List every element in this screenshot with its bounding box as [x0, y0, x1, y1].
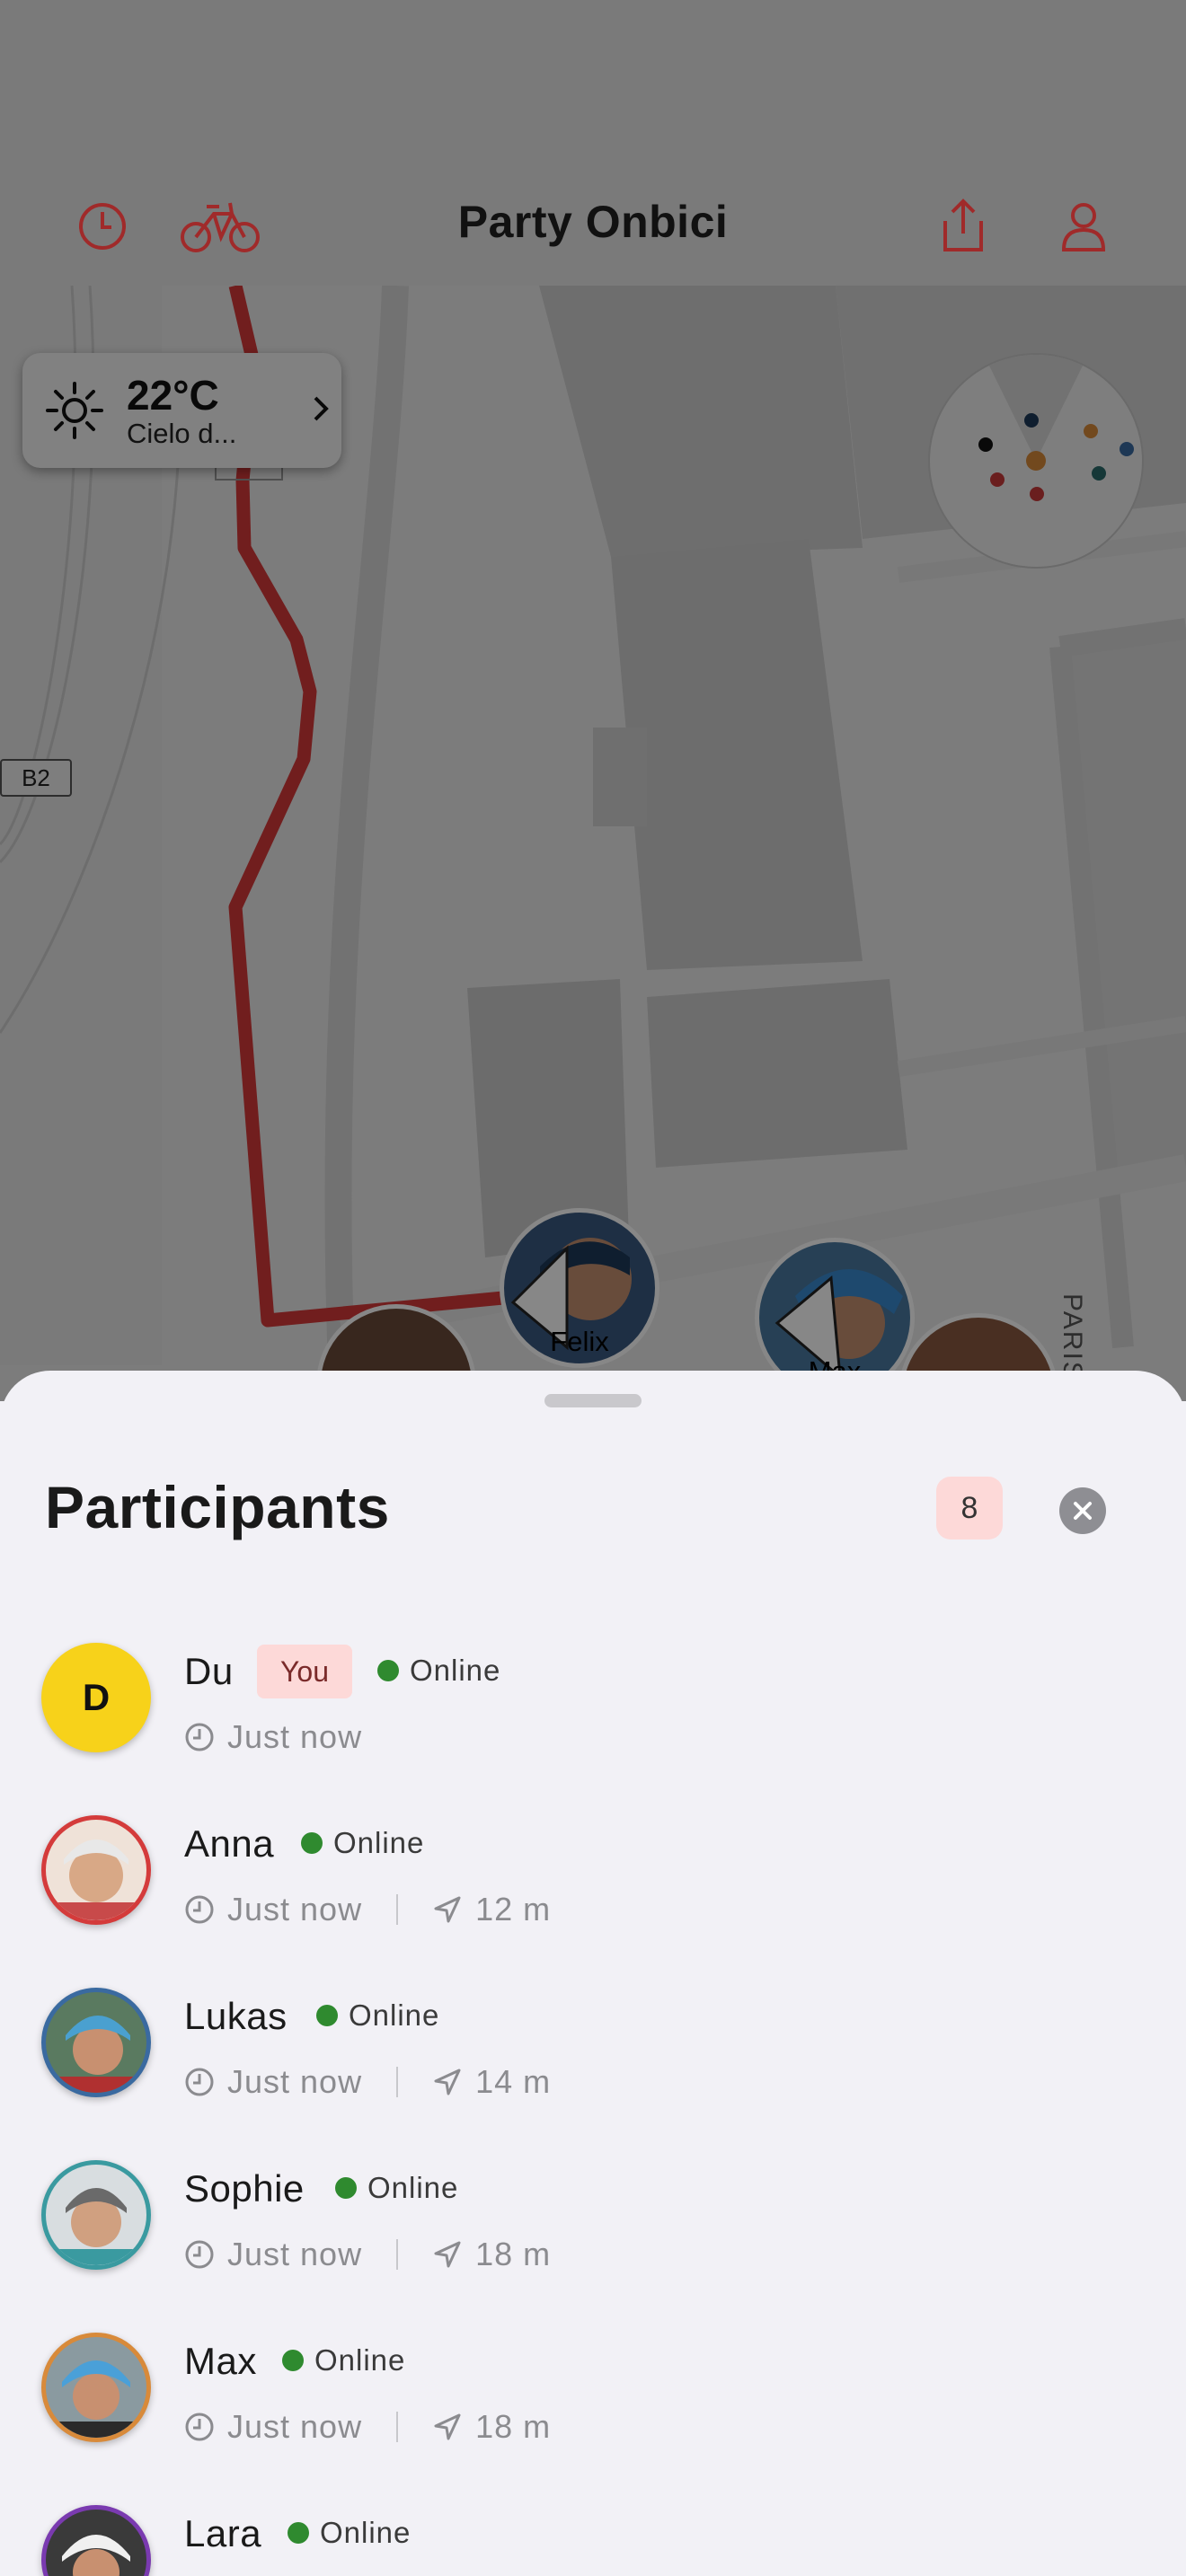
- online-dot-icon: [301, 1832, 323, 1854]
- clock-icon: [185, 2413, 214, 2441]
- online-dot-icon: [335, 2177, 357, 2199]
- participant-row[interactable]: Sophie Online Just now 18 m: [0, 2160, 1186, 2322]
- status-badge: Online: [288, 2516, 411, 2550]
- last-seen-text: Just now: [227, 1718, 363, 1755]
- participants-sheet[interactable]: Participants 8 D Du You Online Just now …: [0, 1371, 1186, 2576]
- participant-name: Du: [184, 1650, 234, 1692]
- status-text: Online: [367, 2171, 459, 2204]
- last-seen-text: Just now: [227, 1891, 363, 1928]
- distance-text: 18 m: [475, 2408, 552, 2445]
- status-text: Online: [314, 2343, 406, 2377]
- divider: [396, 2067, 399, 2097]
- participant-meta: Just now 18 m: [184, 2236, 551, 2273]
- location-arrow-icon: [434, 2241, 461, 2268]
- divider: [396, 2412, 399, 2442]
- location-arrow-icon: [434, 1896, 461, 1923]
- online-dot-icon: [288, 2522, 309, 2544]
- participant-row[interactable]: Lara Online: [0, 2505, 1186, 2576]
- status-badge: Online: [282, 2343, 405, 2378]
- last-seen: Just now: [184, 1718, 362, 1756]
- status-badge: Online: [301, 1826, 424, 1860]
- participant-row[interactable]: D Du You Online Just now: [0, 1643, 1186, 1804]
- clock-icon: [185, 1723, 214, 1751]
- top-bar: Party Onbici: [0, 0, 1186, 286]
- participant-row[interactable]: Max Online Just now 18 m: [0, 2333, 1186, 2494]
- divider: [396, 1894, 399, 1925]
- status-badge: Online: [377, 1654, 500, 1688]
- last-seen-text: Just now: [227, 2408, 363, 2445]
- participant-name: Lara: [184, 2512, 262, 2554]
- share-icon[interactable]: [934, 198, 992, 255]
- participant-name: Sophie: [184, 2167, 305, 2210]
- last-seen-text: Just now: [227, 2063, 363, 2100]
- participant-meta: Just now 14 m: [184, 2063, 551, 2101]
- avatar: [41, 2505, 151, 2576]
- avatar: [41, 1988, 151, 2097]
- clock-icon: [185, 2240, 214, 2269]
- divider: [396, 2239, 399, 2270]
- location-arrow-icon: [434, 2413, 461, 2440]
- close-icon: [1074, 1502, 1092, 1520]
- status-text: Online: [410, 1654, 501, 1687]
- you-badge: You: [257, 1645, 352, 1698]
- online-dot-icon: [316, 2005, 338, 2026]
- participant-row[interactable]: Anna Online Just now 12 m: [0, 1815, 1186, 1977]
- app-title: Party Onbici: [457, 197, 729, 247]
- participant-meta: Just now 18 m: [184, 2408, 551, 2446]
- distance-text: 14 m: [475, 2063, 552, 2100]
- avatar: [41, 2333, 151, 2442]
- sheet-grabber[interactable]: [544, 1394, 642, 1407]
- participant-meta: Just now 12 m: [184, 1891, 551, 1928]
- online-dot-icon: [282, 2350, 304, 2371]
- distance-text: 18 m: [475, 2236, 552, 2272]
- status-text: Online: [320, 2516, 412, 2549]
- clock-icon: [185, 1895, 214, 1924]
- profile-icon[interactable]: [1055, 198, 1112, 255]
- sheet-title: Participants: [45, 1474, 390, 1540]
- participant-name: Anna: [184, 1822, 275, 1865]
- distance-text: 12 m: [475, 1891, 552, 1928]
- status-badge: Online: [316, 1998, 439, 2033]
- last-seen-text: Just now: [227, 2236, 363, 2272]
- participant-row[interactable]: Lukas Online Just now 14 m: [0, 1988, 1186, 2149]
- close-button[interactable]: [1059, 1487, 1106, 1534]
- participant-count-badge: 8: [936, 1477, 1003, 1539]
- avatar: [41, 1815, 151, 1925]
- avatar: D: [41, 1643, 151, 1752]
- status-text: Online: [349, 1998, 440, 2032]
- avatar: [41, 2160, 151, 2270]
- participant-name: Max: [184, 2340, 257, 2382]
- location-arrow-icon: [434, 2069, 461, 2095]
- status-text: Online: [333, 1826, 425, 1859]
- participant-name: Lukas: [184, 1995, 288, 2037]
- clock-icon: [185, 2068, 214, 2096]
- status-badge: Online: [335, 2171, 458, 2205]
- online-dot-icon: [377, 1660, 399, 1681]
